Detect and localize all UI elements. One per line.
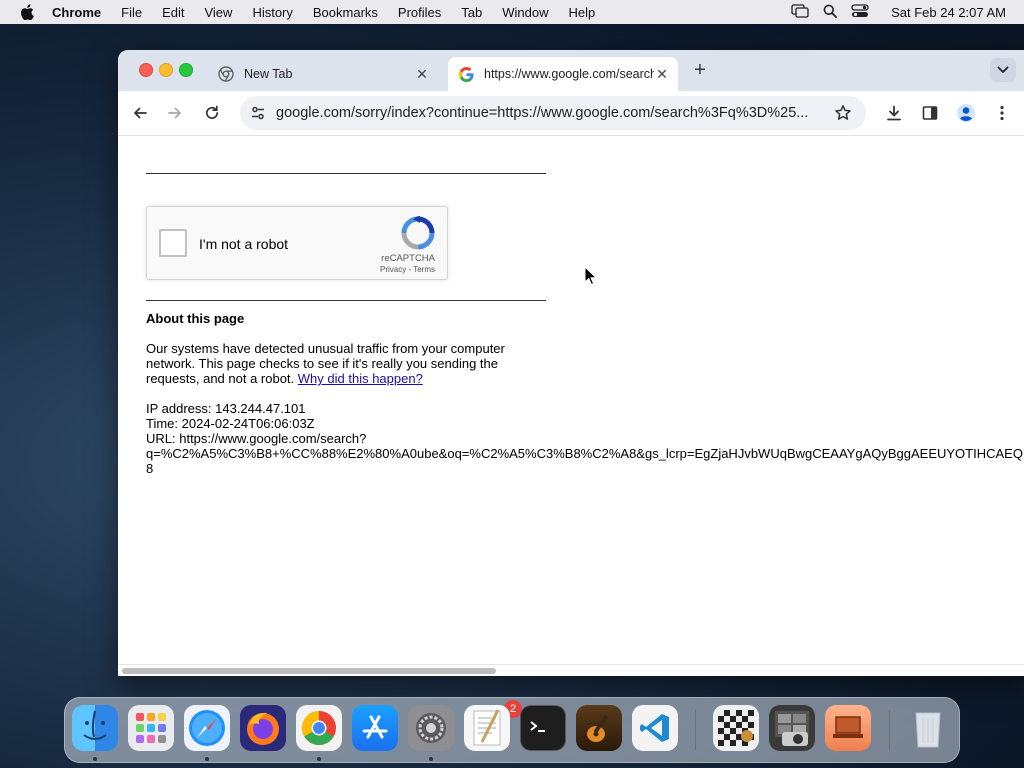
spotlight-search-icon[interactable] <box>823 4 837 21</box>
bookmark-star-icon[interactable] <box>834 104 852 122</box>
side-panel-icon <box>922 106 938 120</box>
chrome-menu-button[interactable] <box>992 103 1012 123</box>
chess-icon[interactable] <box>713 705 759 751</box>
vscode-icon[interactable] <box>632 705 678 751</box>
tab-strip: New Tab ✕ https://www.google.com/search … <box>118 50 1024 91</box>
unusual-traffic-message: Our systems have detected unusual traffi… <box>146 341 526 386</box>
scrollbar-thumb[interactable] <box>122 668 496 674</box>
textedit-icon[interactable] <box>464 705 510 751</box>
close-window-button[interactable] <box>139 63 153 77</box>
recaptcha-logo-icon <box>401 216 435 250</box>
recaptcha-privacy-link[interactable]: Privacy <box>380 265 406 274</box>
download-icon <box>887 105 901 121</box>
zoom-window-button[interactable] <box>179 63 193 77</box>
menu-bar: Chrome File Edit View History Bookmarks … <box>0 0 1024 24</box>
chrome-favicon-icon <box>218 66 234 82</box>
launchpad-icon[interactable] <box>128 705 174 751</box>
chevron-down-icon <box>997 66 1009 73</box>
terminal-icon[interactable] <box>520 705 566 751</box>
menu-profiles[interactable]: Profiles <box>398 5 441 20</box>
page-content: I'm not a robot reCAPTCHA Privacy - Term… <box>118 136 1024 676</box>
back-arrow-icon <box>134 107 147 119</box>
menu-tab[interactable]: Tab <box>461 5 482 20</box>
menu-clock[interactable]: Sat Feb 24 2:07 AM <box>891 5 1006 20</box>
menu-bookmarks[interactable]: Bookmarks <box>313 5 378 20</box>
browser-toolbar: google.com/sorry/index?continue=https://… <box>118 91 1024 136</box>
trash-icon[interactable] <box>905 705 951 751</box>
horizontal-scrollbar[interactable] <box>118 664 1024 676</box>
tab-title: New Tab <box>244 67 293 81</box>
more-vert-icon <box>1000 105 1004 121</box>
menu-help[interactable]: Help <box>569 5 596 20</box>
tab-search-button[interactable] <box>990 58 1016 82</box>
dock-separator <box>695 710 696 750</box>
safari-icon[interactable] <box>184 705 230 751</box>
google-favicon-icon <box>458 66 474 82</box>
recaptcha-widget: I'm not a robot reCAPTCHA Privacy - Term… <box>146 206 448 280</box>
menu-edit[interactable]: Edit <box>162 5 184 20</box>
tab-google-search[interactable]: https://www.google.com/search ✕ <box>448 57 678 91</box>
why-did-this-happen-link[interactable]: Why did this happen? <box>298 371 423 386</box>
reload-button[interactable] <box>202 103 222 123</box>
tab-title: https://www.google.com/search <box>484 67 654 81</box>
menu-file[interactable]: File <box>121 5 142 20</box>
url-line-end: 8 <box>146 461 154 476</box>
url-text[interactable]: google.com/sorry/index?continue=https://… <box>276 105 828 121</box>
divider <box>146 300 546 301</box>
divider <box>146 173 546 174</box>
control-center-icon[interactable] <box>851 3 869 21</box>
system-settings-icon[interactable] <box>408 705 454 751</box>
tab-close-icon[interactable]: ✕ <box>414 66 430 82</box>
back-button[interactable] <box>130 103 150 123</box>
menu-view[interactable]: View <box>204 5 232 20</box>
url-line: URL: https://www.google.com/search? <box>146 431 367 446</box>
running-indicator <box>317 757 321 761</box>
forward-button[interactable] <box>165 103 185 123</box>
firefox-icon[interactable] <box>240 705 286 751</box>
recaptcha-terms-link[interactable]: Terms <box>413 265 435 274</box>
about-page-heading: About this page <box>146 311 245 326</box>
profile-avatar-icon <box>957 104 975 122</box>
finder-icon[interactable] <box>72 705 118 751</box>
site-info-icon[interactable] <box>248 103 268 123</box>
time-line: Time: 2024-02-24T06:06:03Z <box>146 416 315 431</box>
dock-separator <box>889 710 890 750</box>
ip-address-line: IP address: 143.244.47.101 <box>146 401 306 416</box>
tab-new-tab[interactable]: New Tab ✕ <box>208 57 438 91</box>
remote-desktop-icon[interactable] <box>825 705 871 751</box>
reload-icon <box>206 105 219 119</box>
garageband-icon[interactable] <box>576 705 622 751</box>
running-indicator <box>205 757 209 761</box>
apple-icon[interactable] <box>20 4 34 20</box>
request-info: IP address: 143.244.47.101 Time: 2024-02… <box>146 401 1023 476</box>
forward-arrow-icon <box>168 107 181 119</box>
recaptcha-links: Privacy - Terms <box>380 265 435 274</box>
side-panel-button[interactable] <box>920 103 940 123</box>
downloads-button[interactable] <box>884 103 904 123</box>
profile-button[interactable] <box>956 103 976 123</box>
url-line-query: q=%C2%A5%C3%B8+%CC%88%E2%80%A0ube&oq=%C2… <box>146 446 1023 461</box>
tab-close-icon[interactable]: ✕ <box>654 66 670 82</box>
dock: 2 <box>64 697 960 763</box>
app-store-icon[interactable] <box>352 705 398 751</box>
running-indicator <box>429 757 433 761</box>
new-tab-button[interactable]: + <box>690 60 710 80</box>
recaptcha-checkbox[interactable] <box>159 229 187 257</box>
photo-booth-icon[interactable] <box>769 705 815 751</box>
menu-history[interactable]: History <box>252 5 292 20</box>
running-indicator <box>93 757 97 761</box>
browser-window: New Tab ✕ https://www.google.com/search … <box>118 50 1024 676</box>
mouse-pointer-icon <box>584 266 598 286</box>
chrome-icon[interactable] <box>296 705 342 751</box>
recaptcha-label[interactable]: I'm not a robot <box>199 236 288 252</box>
minimize-window-button[interactable] <box>159 63 173 77</box>
recaptcha-brand: reCAPTCHA <box>381 253 435 264</box>
menu-app-name[interactable]: Chrome <box>52 5 101 20</box>
address-bar[interactable]: google.com/sorry/index?continue=https://… <box>240 96 866 130</box>
screen-mirroring-icon[interactable] <box>791 3 809 21</box>
menu-window[interactable]: Window <box>502 5 548 20</box>
